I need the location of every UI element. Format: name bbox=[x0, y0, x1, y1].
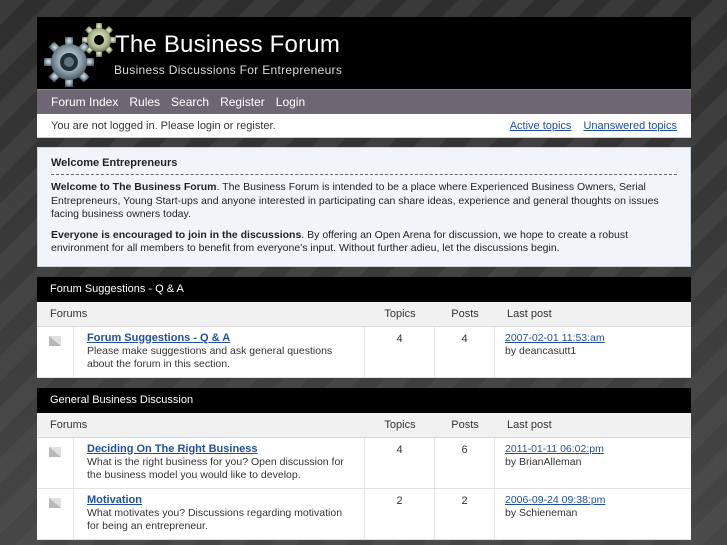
nav-rules[interactable]: Rules bbox=[129, 95, 160, 109]
forum-last-post: 2007-02-01 11:53:am by deancasutt1 bbox=[495, 327, 691, 377]
category-header: Forum Suggestions - Q & A bbox=[37, 276, 691, 302]
col-forums: Forums bbox=[50, 307, 88, 320]
welcome-paragraph-2: Everyone is encouraged to join in the di… bbox=[51, 229, 677, 256]
forum-description: What is the right business for you? Open… bbox=[87, 455, 344, 481]
welcome-heading: Welcome Entrepreneurs bbox=[51, 157, 677, 175]
col-posts: Posts bbox=[451, 418, 479, 431]
forum-description: Please make suggestions and ask general … bbox=[87, 344, 333, 370]
forum-row: Deciding On The Right Business What is t… bbox=[37, 437, 691, 489]
forum-posts-count: 6 bbox=[435, 437, 495, 488]
forum-row: Motivation What motivates you? Discussio… bbox=[37, 488, 691, 540]
forum-title-link[interactable]: Forum Suggestions - Q & A bbox=[87, 332, 230, 344]
gears-logo-icon bbox=[44, 23, 116, 87]
welcome-box: Welcome Entrepreneurs Welcome to The Bus… bbox=[37, 147, 691, 267]
col-topics: Topics bbox=[384, 418, 416, 431]
forum-description: What motivates you? Discussions regardin… bbox=[87, 506, 343, 532]
site-header: The Business Forum Business Discussions … bbox=[37, 17, 691, 89]
login-message: You are not logged in. Please login or r… bbox=[51, 119, 276, 132]
nav-search[interactable]: Search bbox=[171, 95, 209, 109]
column-headers: Forums Topics Posts Last post bbox=[37, 301, 691, 327]
last-post-author: by deancasutt1 bbox=[505, 344, 577, 357]
forum-read-icon bbox=[49, 335, 61, 346]
forum-read-icon bbox=[49, 497, 61, 508]
last-post-author: by Schieneman bbox=[505, 506, 578, 519]
forum-posts-count: 4 bbox=[435, 326, 495, 377]
category-title[interactable]: Forum Suggestions - Q & A bbox=[50, 283, 184, 295]
active-topics-link[interactable]: Active topics bbox=[510, 120, 572, 132]
unanswered-topics-link[interactable]: Unanswered topics bbox=[583, 120, 677, 132]
forum-posts-count: 2 bbox=[435, 488, 495, 539]
col-forums: Forums bbox=[50, 418, 88, 431]
category-title[interactable]: General Business Discussion bbox=[50, 394, 193, 406]
forum-title-link[interactable]: Motivation bbox=[87, 494, 142, 506]
forum-topics-count: 4 bbox=[365, 326, 435, 377]
site-title: The Business Forum bbox=[115, 31, 341, 58]
col-last-post: Last post bbox=[507, 418, 552, 431]
col-last-post: Last post bbox=[507, 307, 552, 320]
welcome-p1-bold: Welcome to The Business Forum bbox=[51, 181, 217, 193]
col-posts: Posts bbox=[451, 307, 479, 320]
forum-last-post: 2006-09-24 09:38:pm by Schieneman bbox=[495, 489, 691, 539]
welcome-paragraph-1: Welcome to The Business Forum. The Busin… bbox=[51, 181, 677, 222]
forum-topics-count: 4 bbox=[365, 437, 435, 488]
category-header: General Business Discussion bbox=[37, 387, 691, 413]
nav-login[interactable]: Login bbox=[276, 95, 305, 109]
page-container: The Business Forum Business Discussions … bbox=[37, 17, 691, 540]
forum-title-link[interactable]: Deciding On The Right Business bbox=[87, 443, 258, 455]
column-headers: Forums Topics Posts Last post bbox=[37, 412, 691, 438]
main-nav: Forum Index Rules Search Register Login bbox=[37, 89, 691, 114]
category-forum-suggestions: Forum Suggestions - Q & A Forums Topics … bbox=[37, 276, 691, 378]
col-topics: Topics bbox=[384, 307, 416, 320]
site-subtitle: Business Discussions For Entrepreneurs bbox=[114, 63, 343, 77]
forum-read-icon bbox=[49, 446, 61, 457]
login-status-bar: You are not logged in. Please login or r… bbox=[37, 114, 691, 138]
last-post-author: by BrianAlleman bbox=[505, 455, 582, 468]
nav-register[interactable]: Register bbox=[220, 95, 265, 109]
last-post-date-link[interactable]: 2007-02-01 11:53:am bbox=[505, 332, 605, 344]
category-general-business: General Business Discussion Forums Topic… bbox=[37, 387, 691, 540]
last-post-date-link[interactable]: 2011-01-11 06:02:pm bbox=[505, 443, 604, 455]
last-post-date-link[interactable]: 2006-09-24 09:38:pm bbox=[505, 494, 605, 506]
welcome-p2-bold: Everyone is encouraged to join in the di… bbox=[51, 228, 302, 241]
forum-row: Forum Suggestions - Q & A Please make su… bbox=[37, 326, 691, 378]
forum-topics-count: 2 bbox=[365, 488, 435, 539]
forum-last-post: 2011-01-11 06:02:pm by BrianAlleman bbox=[495, 438, 691, 488]
nav-forum-index[interactable]: Forum Index bbox=[51, 95, 118, 109]
